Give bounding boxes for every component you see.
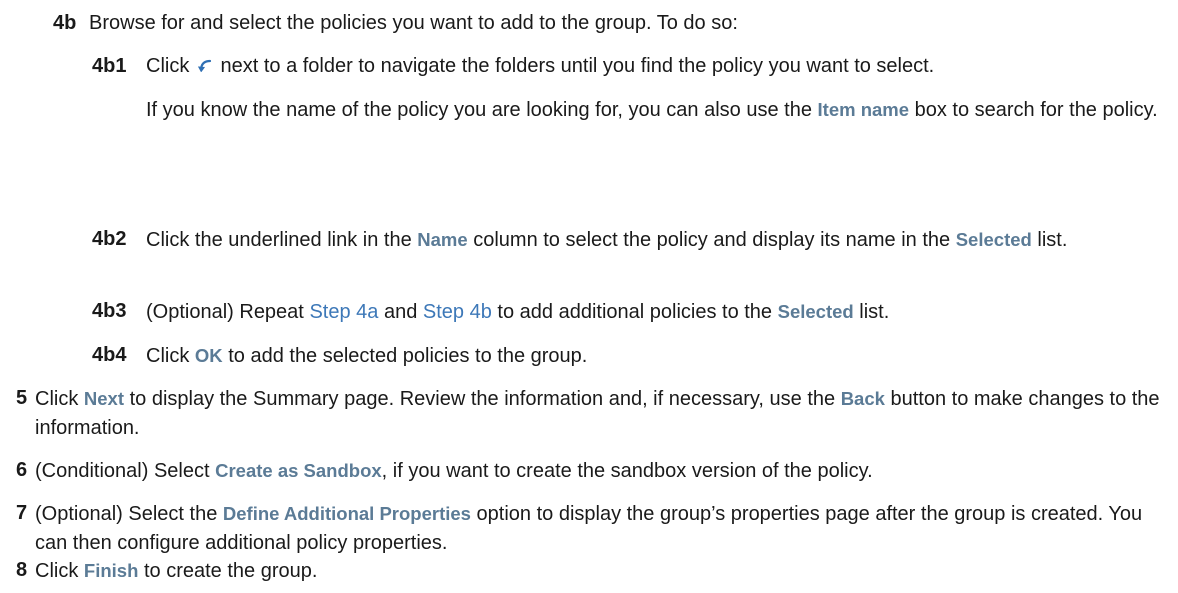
step-text: Click	[35, 560, 79, 582]
step-4b4: 4b4 Click OK to add the selected policie…	[92, 341, 1162, 371]
step-number: 7	[16, 502, 28, 524]
ui-label-back: Back	[840, 388, 885, 409]
step-number: 6	[16, 459, 28, 481]
step-6: 6 (Conditional) Select Create as Sandbox…	[16, 456, 1171, 486]
step-text: Click the underlined link in the	[146, 229, 412, 251]
step-number: 4b	[53, 12, 77, 34]
step-text: to add additional policies to the	[497, 301, 773, 323]
step-paragraph: If you know the name of the policy you a…	[146, 95, 1162, 125]
step-text: (Optional) Repeat	[146, 301, 304, 323]
step-number: 4b1	[92, 55, 127, 77]
step-text: (Conditional) Select	[35, 460, 210, 482]
step-4a-link[interactable]: Step 4a	[309, 301, 378, 323]
ui-label-item-name: Item name	[817, 99, 910, 120]
step-4b3: 4b3 (Optional) Repeat Step 4a and Step 4…	[92, 297, 1167, 327]
step-text: to display the Summary page. Review the …	[129, 388, 836, 410]
ui-label-finish: Finish	[83, 560, 139, 581]
step-7: 7 (Optional) Select the Define Additiona…	[16, 499, 1171, 558]
ui-label-ok: OK	[194, 345, 223, 366]
step-4b2: 4b2 Click the underlined link in the Nam…	[92, 225, 1162, 255]
step-4b: 4b Browse for and select the policies yo…	[53, 9, 1163, 38]
ui-label-next: Next	[83, 388, 125, 409]
step-text: If you know the name of the policy you a…	[146, 99, 812, 121]
step-text: Click	[146, 55, 190, 77]
step-text: (Optional) Select the	[35, 503, 218, 525]
ui-label-define-additional-properties: Define Additional Properties	[222, 503, 471, 524]
step-number: 5	[16, 387, 28, 409]
step-paragraph: (Optional) Repeat Step 4a and Step 4b to…	[146, 297, 1167, 327]
step-text: list.	[1037, 229, 1068, 251]
navigate-arrow-icon[interactable]	[197, 58, 213, 74]
step-text: to create the group.	[143, 560, 318, 582]
step-8: 8 Click Finish to create the group.	[16, 556, 1171, 586]
step-text: list.	[859, 301, 890, 323]
step-text: , if you want to create the sandbox vers…	[381, 460, 873, 482]
step-text: Click	[35, 388, 79, 410]
step-4b-link[interactable]: Step 4b	[423, 301, 492, 323]
ui-label-name: Name	[417, 229, 468, 250]
step-paragraph: Click Next to display the Summary page. …	[35, 384, 1171, 443]
step-number: 8	[16, 559, 28, 581]
step-paragraph: (Conditional) Select Create as Sandbox, …	[35, 456, 1171, 486]
step-number: 4b4	[92, 344, 127, 366]
step-4b1: 4b1 Click next to a folder to navigate t…	[92, 52, 1162, 125]
ui-label-selected: Selected	[955, 229, 1032, 250]
step-text: to add the selected policies to the grou…	[228, 345, 588, 367]
step-number: 4b2	[92, 228, 127, 250]
step-text: Browse for and select the policies you w…	[89, 12, 738, 34]
step-paragraph: (Optional) Select the Define Additional …	[35, 499, 1171, 558]
step-paragraph: Click Finish to create the group.	[35, 556, 1171, 586]
step-number: 4b3	[92, 300, 127, 322]
step-paragraph: Click next to a folder to navigate the f…	[146, 52, 1162, 81]
step-text: next to a folder to navigate the folders…	[220, 55, 935, 77]
document-page: 4b Browse for and select the policies yo…	[0, 0, 1178, 593]
ui-label-selected: Selected	[777, 301, 854, 322]
step-text: column to select the policy and display …	[473, 229, 951, 251]
step-5: 5 Click Next to display the Summary page…	[16, 384, 1171, 443]
step-text: Click	[146, 345, 190, 367]
step-text: box to search for the policy.	[914, 99, 1158, 121]
step-text: and	[383, 301, 418, 323]
ui-label-create-as-sandbox: Create as Sandbox	[215, 460, 382, 481]
step-paragraph: Click the underlined link in the Name co…	[146, 225, 1162, 255]
step-body: Click next to a folder to navigate the f…	[146, 52, 1162, 125]
step-paragraph: Click OK to add the selected policies to…	[146, 341, 1162, 371]
